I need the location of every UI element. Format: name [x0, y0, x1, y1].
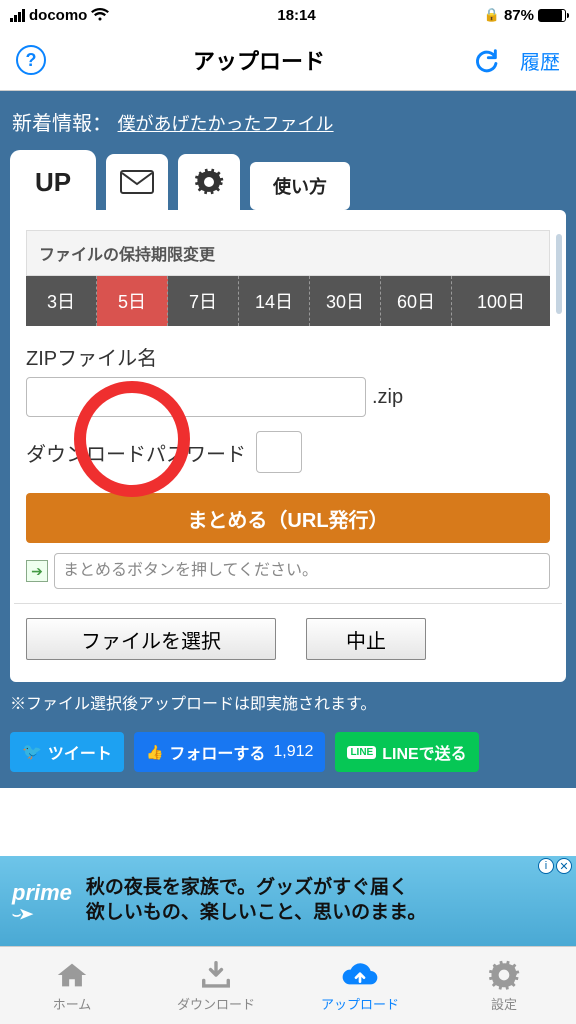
refresh-button[interactable]: [472, 46, 500, 74]
tab-up[interactable]: UP: [10, 150, 96, 214]
ad-logo: prime ⌣➤: [12, 880, 72, 923]
clock: 18:14: [277, 7, 315, 24]
retention-option-60d[interactable]: 60日: [381, 276, 452, 326]
scrollbar[interactable]: [556, 234, 562, 314]
retention-option-100d[interactable]: 100日: [452, 276, 550, 326]
tab-settings[interactable]: [178, 154, 240, 210]
orientation-lock-icon: 🔒: [484, 7, 500, 23]
facebook-follow-button[interactable]: 👍 フォローする 1,912: [134, 732, 326, 772]
retention-option-3d[interactable]: 3日: [26, 276, 97, 326]
ad-banner[interactable]: i ✕ prime ⌣➤ 秋の夜長を家族で。グッズがすぐ届く 欲しいもの、楽しい…: [0, 856, 576, 946]
retention-label: ファイルの保持期限変更: [26, 230, 550, 276]
tab-download-label: ダウンロード: [177, 994, 255, 1013]
tab-upload[interactable]: アップロード: [288, 947, 432, 1024]
news-label: 新着情報：: [12, 113, 112, 135]
tweet-label: ツイート: [48, 740, 112, 764]
upload-panel: 新着情報： 僕があげたかったファイル UP 使い方 ファイルの保持期限変更 3日…: [0, 91, 576, 788]
retention-option-5d[interactable]: 5日: [97, 276, 168, 326]
tab-home[interactable]: ホーム: [0, 947, 144, 1024]
page-title: アップロード: [193, 44, 325, 76]
gear-icon: [488, 958, 520, 992]
wifi-icon: [91, 8, 109, 22]
password-input[interactable]: [256, 431, 302, 473]
gear-icon: [194, 167, 224, 197]
retention-option-14d[interactable]: 14日: [239, 276, 310, 326]
tab-guide[interactable]: 使い方: [250, 162, 350, 210]
zip-name-input[interactable]: [26, 377, 366, 417]
tweet-button[interactable]: 🐦 ツイート: [10, 732, 124, 772]
tab-mail[interactable]: [106, 154, 168, 210]
battery-percent: 87%: [504, 7, 534, 24]
battery-icon: [538, 9, 566, 22]
tab-download[interactable]: ダウンロード: [144, 947, 288, 1024]
tab-home-label: ホーム: [53, 994, 92, 1013]
cloud-upload-icon: [340, 958, 380, 992]
tab-settings-label: 設定: [491, 994, 517, 1013]
retention-selector: 3日 5日 7日 14日 30日 60日 100日: [26, 276, 550, 326]
follow-label: フォローする: [169, 740, 265, 764]
upload-form: ファイルの保持期限変更 3日 5日 7日 14日 30日 60日 100日 ZI…: [10, 210, 566, 682]
line-icon: LINE: [347, 746, 376, 759]
separator: [14, 603, 562, 604]
password-label: ダウンロードパスワード: [26, 438, 246, 467]
line-label: LINEで送る: [382, 740, 466, 764]
ad-info-icon[interactable]: i: [538, 858, 554, 874]
tab-upload-label: アップロード: [321, 994, 399, 1013]
zip-name-label: ZIPファイル名: [26, 342, 550, 371]
home-icon: [55, 958, 89, 992]
generated-url-input[interactable]: [54, 553, 550, 589]
follow-count: 1,912: [273, 743, 313, 761]
nav-bar: ? アップロード 履歴: [0, 30, 576, 90]
mail-icon: [120, 170, 154, 194]
history-button[interactable]: 履歴: [520, 46, 560, 75]
retention-option-30d[interactable]: 30日: [310, 276, 381, 326]
twitter-icon: 🐦: [22, 742, 42, 762]
download-icon: [199, 958, 233, 992]
ad-controls: i ✕: [538, 858, 572, 874]
line-share-button[interactable]: LINE LINEで送る: [335, 732, 478, 772]
ad-close-icon[interactable]: ✕: [556, 858, 572, 874]
signal-icon: [10, 9, 25, 22]
help-button[interactable]: ?: [16, 45, 46, 75]
zip-extension-label: .zip: [372, 386, 403, 409]
retention-option-7d[interactable]: 7日: [168, 276, 239, 326]
bottom-tab-bar: ホーム ダウンロード アップロード 設定: [0, 946, 576, 1024]
news-link[interactable]: 僕があげたかったファイル: [118, 114, 334, 134]
generate-url-button[interactable]: まとめる（URL発行）: [26, 493, 550, 543]
thumbs-up-icon: 👍: [146, 744, 163, 761]
choose-file-button[interactable]: ファイルを選択: [26, 618, 276, 660]
arrow-right-icon: ➔: [26, 560, 48, 582]
carrier-label: docomo: [29, 7, 87, 24]
status-bar: docomo 18:14 🔒 87%: [0, 0, 576, 30]
upload-note: ※ファイル選択後アップロードは即実施されます。: [10, 690, 566, 714]
ad-text: 秋の夜長を家族で。グッズがすぐ届く 欲しいもの、楽しいこと、思いのまま。: [86, 876, 426, 925]
cancel-button[interactable]: 中止: [306, 618, 426, 660]
tab-settings-bottom[interactable]: 設定: [432, 947, 576, 1024]
